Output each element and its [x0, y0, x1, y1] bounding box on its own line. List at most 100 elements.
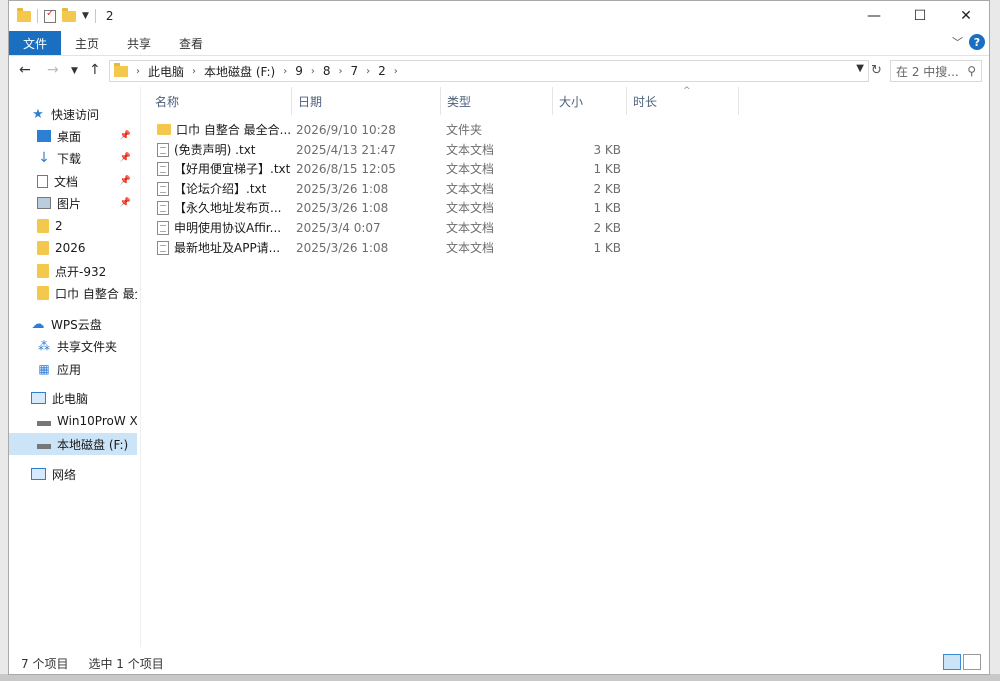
sidebar-item-label: 网络 [52, 467, 77, 482]
file-row[interactable]: 口巾 自整合 最全合... 2026/9/10 10:28 文件夹 [149, 120, 989, 139]
chevron-right-icon[interactable]: › [394, 66, 398, 77]
file-type: 文本文档 [446, 241, 495, 255]
chevron-right-icon[interactable]: › [366, 66, 370, 77]
close-button[interactable]: ✕ [943, 1, 989, 31]
folder-icon[interactable] [17, 7, 31, 22]
tab-share[interactable]: 共享 [113, 31, 165, 55]
text-file-icon [157, 220, 169, 235]
search-icon: ⚲ [967, 64, 976, 78]
breadcrumb-drive[interactable]: 本地磁盘 (F:) [204, 63, 275, 80]
sidebar-item-system-drive[interactable]: Win10ProW X6 [37, 410, 137, 432]
sidebar-item-network[interactable]: 网络 [31, 463, 137, 485]
file-type: 文本文档 [446, 201, 495, 215]
file-name: 申明使用协议Affir... [174, 221, 282, 235]
help-icon[interactable]: ? [969, 34, 985, 50]
refresh-icon[interactable]: ↻ [871, 63, 882, 78]
properties-icon[interactable] [44, 8, 56, 23]
chevron-right-icon[interactable]: › [192, 66, 196, 77]
file-row[interactable]: 【论坛介绍】.txt 2025/3/26 1:08 文本文档 2 KB [149, 179, 989, 198]
up-arrow-icon[interactable]: ↑ [89, 62, 101, 78]
sidebar-item-folder-2026[interactable]: 2026 [37, 237, 137, 259]
column-header-name[interactable]: 名称 [149, 87, 292, 115]
sidebar-item-label: 共享文件夹 [57, 339, 118, 354]
file-type: 文本文档 [446, 143, 495, 157]
expand-ribbon-icon[interactable]: ﹀ [952, 34, 963, 50]
download-icon: ↓ [38, 150, 50, 166]
sidebar-item-folder-2[interactable]: 2 [37, 215, 137, 237]
desktop-icon [37, 130, 51, 142]
details-view-icon[interactable] [943, 654, 961, 670]
chevron-right-icon[interactable]: › [339, 66, 343, 77]
breadcrumb-7[interactable]: 7 [351, 64, 359, 78]
file-date: 2026/8/15 12:05 [296, 161, 396, 176]
document-icon [37, 174, 48, 188]
view-switcher [943, 654, 981, 670]
file-row[interactable]: (免责声明) .txt 2025/4/13 21:47 文本文档 3 KB [149, 140, 989, 159]
large-icons-view-icon[interactable] [963, 654, 981, 670]
share-icon: ⁂ [38, 339, 50, 353]
tab-home[interactable]: 主页 [61, 31, 113, 55]
window-title: 2 [105, 9, 114, 23]
tab-view[interactable]: 查看 [165, 31, 217, 55]
breadcrumb-2[interactable]: 2 [378, 64, 386, 78]
sidebar-item-label: 快速访问 [51, 107, 100, 122]
breadcrumb-9[interactable]: 9 [295, 64, 303, 78]
chevron-right-icon[interactable]: › [311, 66, 315, 77]
pane-divider[interactable] [140, 87, 141, 647]
sidebar-item-desktop[interactable]: 桌面 📌 [37, 125, 137, 147]
column-header-type[interactable]: 类型 [441, 87, 553, 115]
customize-toolbar-dropdown-icon[interactable]: ▼ [82, 11, 89, 21]
sidebar-item-label: 2026 [55, 241, 86, 255]
file-name-cell: 申明使用协议Affir... [157, 218, 292, 237]
title-bar: ▼ 2 — ☐ ✕ [9, 1, 989, 31]
back-arrow-icon[interactable]: ← [19, 62, 31, 78]
status-bar: 7 个项目 选中 1 个项目 [9, 652, 989, 674]
pin-icon: 📌 [119, 176, 131, 186]
sidebar-item-wps-cloud[interactable]: ☁ WPS云盘 [31, 313, 137, 335]
recent-locations-icon[interactable]: ▼ [71, 66, 78, 76]
file-name: 【永久地址发布页... [174, 201, 282, 215]
sidebar-item-apps[interactable]: ▦ 应用 [37, 358, 137, 380]
file-row[interactable]: 申明使用协议Affir... 2025/3/4 0:07 文本文档 2 KB [149, 218, 989, 237]
search-input[interactable]: 在 2 中搜... ⚲ [890, 60, 982, 82]
text-file-icon [157, 181, 169, 196]
breadcrumb-8[interactable]: 8 [323, 64, 331, 78]
selection-count: 选中 1 个项目 [88, 656, 164, 671]
text-file-icon [157, 161, 169, 176]
chevron-right-icon[interactable]: › [283, 66, 287, 77]
star-icon: ★ [32, 106, 44, 122]
file-type: 文本文档 [446, 182, 495, 196]
tab-file[interactable]: 文件 [9, 31, 62, 55]
sidebar-item-folder-collection[interactable]: 口巾 自整合 最全 [37, 282, 137, 304]
pin-icon: 📌 [119, 153, 131, 163]
column-headers: ^ 名称 日期 类型 大小 时长 [149, 86, 989, 115]
file-row[interactable]: 最新地址及APP请... 2025/3/26 1:08 文本文档 1 KB [149, 238, 989, 257]
sidebar-item-downloads[interactable]: ↓ 下载 📌 [37, 147, 137, 169]
column-header-date[interactable]: 日期 [292, 87, 441, 115]
column-header-duration[interactable]: 时长 [627, 87, 739, 115]
file-row[interactable]: 【好用便宜梯子】.txt 2026/8/15 12:05 文本文档 1 KB [149, 159, 989, 178]
file-date: 2025/3/4 0:07 [296, 220, 381, 235]
sidebar-item-folder-932[interactable]: 点开-932 [37, 260, 137, 282]
navigation-pane: ★ 快速访问 桌面 📌 ↓ 下载 📌 文档 📌 图片 📌 2 2026 点开-9… [9, 97, 139, 647]
maximize-button[interactable]: ☐ [897, 1, 943, 31]
sidebar-item-local-disk-f[interactable]: 本地磁盘 (F:) [9, 433, 137, 455]
forward-arrow-icon[interactable]: → [47, 62, 59, 78]
sidebar-item-pictures[interactable]: 图片 📌 [37, 192, 137, 214]
file-row[interactable]: 【永久地址发布页... 2025/3/26 1:08 文本文档 1 KB [149, 198, 989, 217]
file-type: 文件夹 [446, 123, 483, 137]
sidebar-item-label: 口巾 自整合 最全 [55, 286, 137, 301]
breadcrumb-this-pc[interactable]: 此电脑 [148, 63, 184, 80]
file-explorer-window: ▼ 2 — ☐ ✕ 文件 主页 共享 查看 ﹀ ? ← → ▼ ↑ › 此电脑 … [8, 0, 990, 675]
sidebar-item-shared-folder[interactable]: ⁂ 共享文件夹 [37, 335, 137, 357]
chevron-right-icon[interactable]: › [136, 66, 140, 77]
new-folder-icon[interactable] [62, 7, 76, 22]
address-dropdown-icon[interactable]: ▼ [856, 63, 864, 74]
file-name-cell: (免责声明) .txt [157, 140, 292, 159]
column-header-size[interactable]: 大小 [553, 87, 627, 115]
sidebar-item-this-pc[interactable]: 此电脑 [31, 387, 137, 409]
minimize-button[interactable]: — [851, 1, 897, 31]
sidebar-item-label: 应用 [57, 362, 82, 377]
sidebar-item-documents[interactable]: 文档 📌 [37, 170, 137, 192]
address-bar[interactable]: › 此电脑 › 本地磁盘 (F:) › 9 › 8 › 7 › 2 › ▼ [109, 60, 869, 82]
